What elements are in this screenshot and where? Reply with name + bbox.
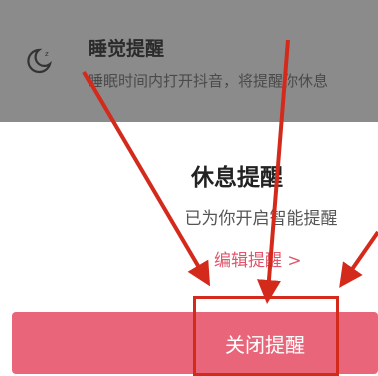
rest-reminder-title: 休息提醒	[191, 165, 283, 191]
annotation-arrow-right	[339, 230, 378, 288]
rest-reminder-subtitle: 已为你开启智能提醒	[184, 209, 338, 229]
sleep-reminder-description: 睡眠时间内打开抖音，将提醒你休息	[88, 72, 329, 90]
close-reminder-label: 关闭提醒	[225, 332, 305, 357]
sleep-reminder-card[interactable]: z 睡觉提醒 睡眠时间内打开抖音，将提醒你休息	[0, 0, 378, 122]
moon-icon: z	[27, 48, 52, 74]
sleep-reminder-title: 睡觉提醒	[88, 38, 165, 60]
svg-text:z: z	[45, 50, 49, 58]
close-reminder-button[interactable]: 关闭提醒	[12, 312, 378, 374]
edit-reminder-link[interactable]: 编辑提醒 >	[214, 246, 302, 271]
